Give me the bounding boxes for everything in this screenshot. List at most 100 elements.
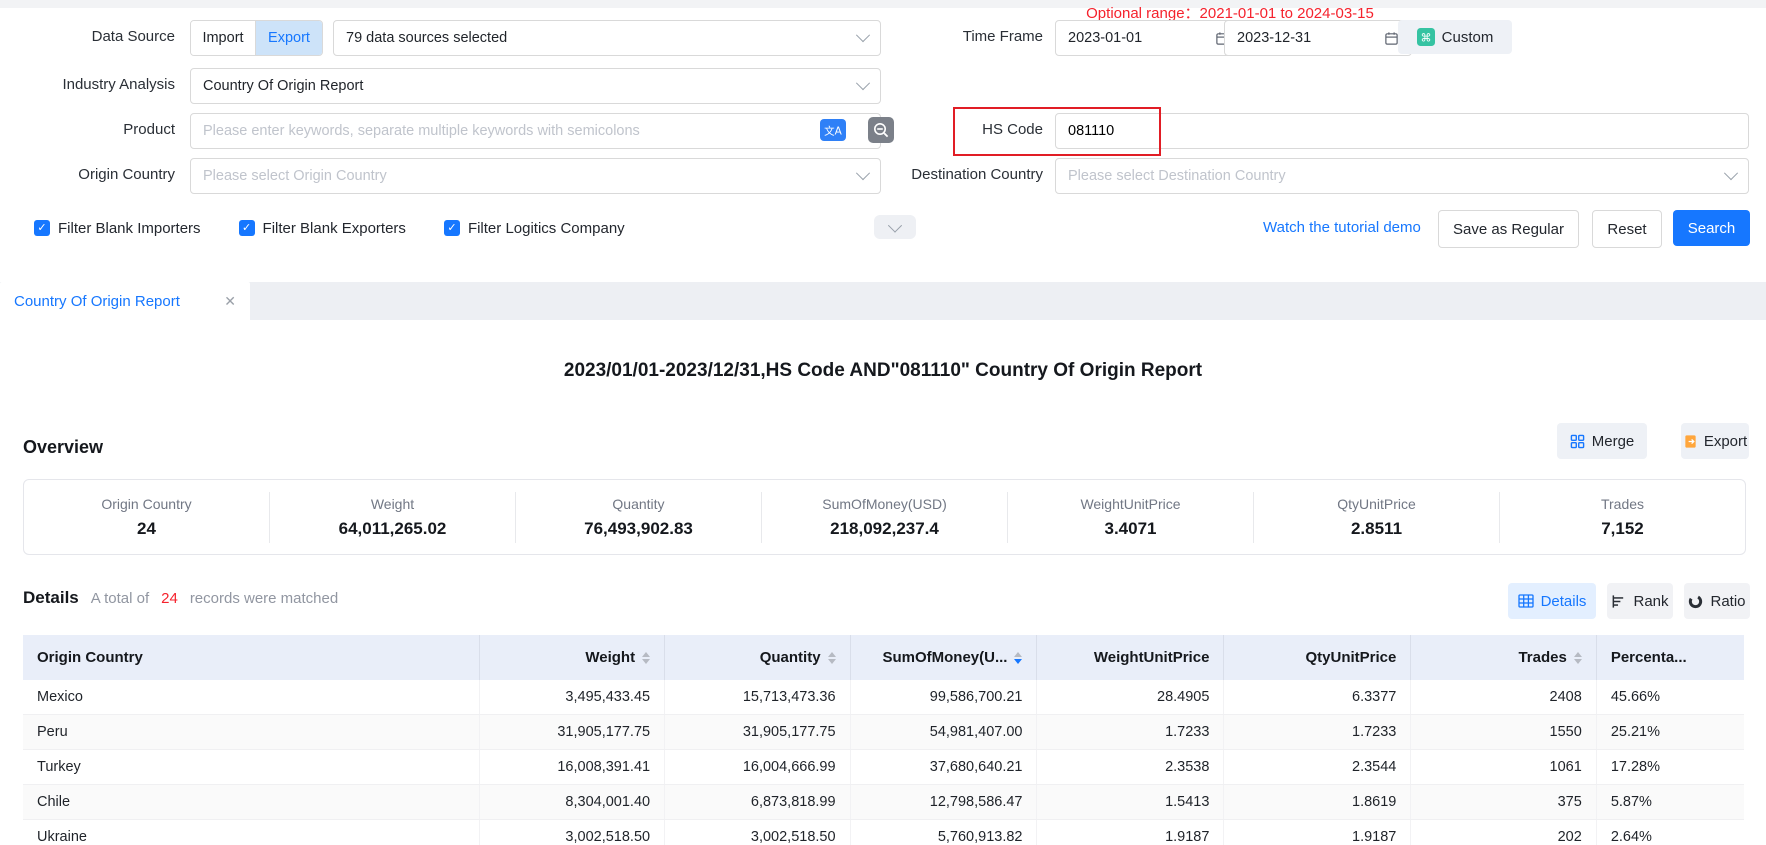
merge-label: Merge — [1592, 433, 1635, 450]
column-header-label: Origin Country — [37, 649, 143, 666]
overview-heading: Overview — [23, 437, 103, 458]
export-icon — [1683, 434, 1698, 449]
export-button[interactable]: Export — [1681, 423, 1749, 459]
data-sources-select[interactable]: 79 data sources selected — [333, 20, 881, 56]
details-table: Origin Country Weight Quantity SumOfMoney(U… — [23, 635, 1744, 845]
column-header-qty_unit_price: QtyUnitPrice — [1223, 635, 1410, 680]
column-header-label: Quantity — [760, 649, 821, 666]
filter-checkbox-1[interactable]: ✓Filter Blank Exporters — [239, 220, 406, 237]
industry-analysis-label: Industry Analysis — [0, 68, 175, 102]
stat-label: Origin Country — [24, 496, 269, 512]
cell-sum_of_money: 37,680,640.21 — [850, 750, 1037, 784]
filter-checkbox-0[interactable]: ✓Filter Blank Importers — [34, 220, 201, 237]
top-strip — [0, 0, 1766, 8]
calendar-icon[interactable] — [1384, 31, 1399, 46]
view-details-button[interactable]: Details — [1508, 583, 1596, 619]
sort-desc-icon — [642, 659, 650, 664]
cell-origin_country: Chile — [23, 785, 479, 819]
stat-value: 3.4071 — [1008, 519, 1253, 539]
sort-asc-icon — [642, 652, 650, 657]
chevron-down-icon — [856, 76, 870, 90]
sort-carets-icon[interactable] — [642, 652, 650, 664]
origin-country-select[interactable]: Please select Origin Country — [190, 158, 881, 194]
column-header-percentage: Percenta... — [1596, 635, 1744, 680]
reset-button[interactable]: Reset — [1592, 210, 1662, 248]
chevron-down-icon — [856, 166, 870, 180]
tutorial-link[interactable]: Watch the tutorial demo — [1263, 219, 1421, 236]
start-date-input[interactable]: 2023-01-01 — [1055, 20, 1243, 56]
column-header-sum_of_money[interactable]: SumOfMoney(U... — [850, 635, 1037, 680]
cell-weight_unit_price: 2.3538 — [1036, 750, 1223, 784]
cell-origin_country: Turkey — [23, 750, 479, 784]
cell-origin_country: Mexico — [23, 680, 479, 714]
merge-button[interactable]: Merge — [1557, 423, 1647, 459]
cell-trades: 2408 — [1410, 680, 1595, 714]
cell-trades: 375 — [1410, 785, 1595, 819]
cell-quantity: 6,873,818.99 — [664, 785, 849, 819]
destination-country-select[interactable]: Please select Destination Country — [1055, 158, 1749, 194]
end-date-input[interactable]: 2023-12-31 — [1224, 20, 1412, 56]
tab-country-of-origin-report[interactable]: Country Of Origin Report ✕ — [0, 282, 250, 320]
checkbox-checked-icon[interactable]: ✓ — [239, 220, 255, 236]
overview-stat: Quantity76,493,902.83 — [515, 492, 761, 543]
cell-weight: 16,008,391.41 — [479, 750, 664, 784]
product-keywords-input[interactable] — [190, 113, 881, 149]
column-header-weight_unit_price: WeightUnitPrice — [1036, 635, 1223, 680]
data-source-label: Data Source — [0, 20, 175, 54]
sort-asc-icon — [828, 652, 836, 657]
cell-trades: 1061 — [1410, 750, 1595, 784]
table-row: Mexico3,495,433.4515,713,473.3699,586,70… — [23, 680, 1744, 715]
cell-qty_unit_price: 6.3377 — [1223, 680, 1410, 714]
sort-asc-icon — [1574, 652, 1582, 657]
sort-carets-icon[interactable] — [1574, 652, 1582, 664]
view-rank-button[interactable]: Rank — [1607, 583, 1673, 619]
view-ratio-button[interactable]: Ratio — [1684, 583, 1750, 619]
close-icon[interactable]: ✕ — [224, 293, 236, 310]
column-header-quantity[interactable]: Quantity — [664, 635, 849, 680]
table-row: Turkey16,008,391.4116,004,666.9937,680,6… — [23, 750, 1744, 785]
sort-carets-icon[interactable] — [1014, 652, 1022, 664]
search-button[interactable]: Search — [1673, 210, 1750, 246]
report-title: 2023/01/01-2023/12/31,HS Code AND"081110… — [0, 360, 1766, 382]
tab-label: Country Of Origin Report — [14, 293, 180, 310]
column-header-weight[interactable]: Weight — [479, 635, 664, 680]
sort-carets-icon[interactable] — [828, 652, 836, 664]
cell-percentage: 45.66% — [1596, 680, 1744, 714]
cell-weight: 8,304,001.40 — [479, 785, 664, 819]
view-button-label: Rank — [1633, 593, 1668, 610]
table-header-row: Origin Country Weight Quantity SumOfMoney(U… — [23, 635, 1744, 680]
industry-analysis-select[interactable]: Country Of Origin Report — [190, 68, 881, 104]
details-heading-row: Details A total of 24 records were match… — [23, 588, 338, 608]
filter-checkbox-2[interactable]: ✓Filter Logitics Company — [444, 220, 625, 237]
table-row: Ukraine3,002,518.503,002,518.505,760,913… — [23, 820, 1744, 845]
cell-weight: 3,495,433.45 — [479, 680, 664, 714]
translate-icon[interactable]: 文A — [820, 119, 846, 141]
ratio-icon — [1688, 594, 1703, 609]
cell-quantity: 31,905,177.75 — [664, 715, 849, 749]
checkbox-checked-icon[interactable]: ✓ — [34, 220, 50, 236]
column-header-label: WeightUnitPrice — [1094, 649, 1210, 666]
stat-label: SumOfMoney(USD) — [762, 496, 1007, 512]
cell-quantity: 3,002,518.50 — [664, 820, 849, 845]
view-button-label: Ratio — [1710, 593, 1745, 610]
export-toggle-button[interactable]: Export — [256, 21, 322, 55]
column-header-label: SumOfMoney(U... — [882, 649, 1007, 666]
svg-text:⌘: ⌘ — [1420, 32, 1431, 45]
custom-timeframe-button[interactable]: ⌘ Custom — [1398, 20, 1512, 54]
collapse-filters-button[interactable] — [874, 215, 916, 239]
cell-percentage: 5.87% — [1596, 785, 1744, 819]
table-row: Peru31,905,177.7531,905,177.7554,981,407… — [23, 715, 1744, 750]
custom-label: Custom — [1442, 29, 1494, 46]
cell-weight_unit_price: 28.4905 — [1036, 680, 1223, 714]
hs-code-input[interactable] — [1055, 113, 1749, 149]
column-header-trades[interactable]: Trades — [1410, 635, 1595, 680]
sort-desc-icon — [1014, 659, 1022, 664]
stat-label: Quantity — [516, 496, 761, 512]
save-as-regular-button[interactable]: Save as Regular — [1438, 210, 1579, 248]
checkbox-checked-icon[interactable]: ✓ — [444, 220, 460, 236]
data-sources-value: 79 data sources selected — [346, 30, 507, 46]
stat-label: QtyUnitPrice — [1254, 496, 1499, 512]
sort-asc-icon — [1014, 652, 1022, 657]
overview-stats-card: Origin Country24Weight64,011,265.02Quant… — [23, 479, 1746, 555]
import-toggle-button[interactable]: Import — [191, 21, 256, 55]
